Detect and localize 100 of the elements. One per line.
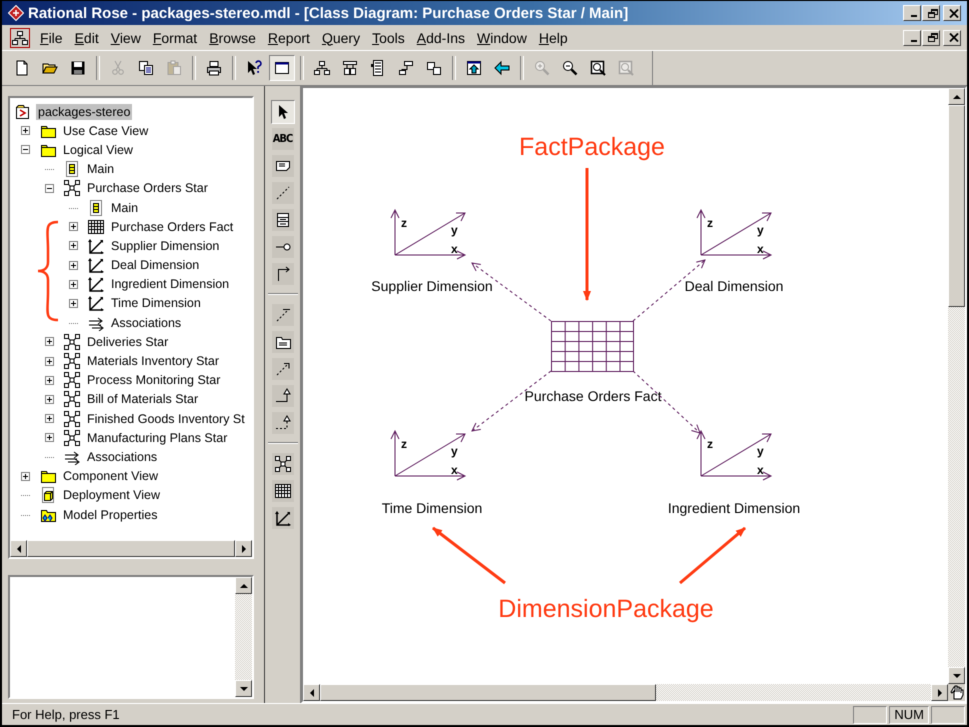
minimize-icon bbox=[910, 15, 916, 17]
close-icon bbox=[948, 8, 958, 18]
menu-item[interactable]: Tools bbox=[366, 28, 411, 48]
dashed-inheritance-tool-button[interactable] bbox=[270, 410, 294, 434]
menu-item[interactable]: Edit bbox=[68, 28, 105, 48]
tree-item[interactable]: Materials Inventory Star bbox=[85, 353, 221, 370]
expand-toggle[interactable] bbox=[69, 280, 78, 289]
tree-item[interactable]: Main bbox=[85, 161, 116, 178]
scrollbar-thumb[interactable] bbox=[27, 540, 235, 557]
tree-item[interactable]: packages-stereo bbox=[36, 104, 132, 120]
window-button[interactable] bbox=[269, 55, 295, 81]
tree-item[interactable]: Associations bbox=[85, 448, 160, 465]
axes-arrow-tool-button[interactable] bbox=[270, 506, 294, 530]
minimize-button[interactable] bbox=[903, 5, 921, 21]
menu-item[interactable]: Report bbox=[262, 28, 316, 48]
zoom-out-icon bbox=[562, 60, 578, 76]
expand-toggle[interactable] bbox=[45, 337, 54, 346]
tree-item[interactable]: Component View bbox=[61, 468, 160, 484]
expand-toggle[interactable] bbox=[69, 222, 78, 232]
class-box-tool-button[interactable] bbox=[270, 208, 294, 232]
star-schema-icon bbox=[274, 456, 290, 472]
tree-item[interactable]: Deal Dimension bbox=[109, 257, 202, 274]
close-button[interactable] bbox=[943, 30, 961, 46]
interface-lollipop-tool-button[interactable] bbox=[270, 234, 294, 258]
tree-item[interactable]: Model Properties bbox=[61, 506, 160, 523]
tree-item[interactable]: Logical View bbox=[61, 142, 135, 158]
expand-toggle[interactable] bbox=[69, 298, 78, 308]
expand-toggle[interactable] bbox=[45, 376, 54, 385]
tree-item[interactable]: Process Monitoring Star bbox=[85, 372, 222, 388]
tree-item[interactable]: Use Case View bbox=[61, 122, 150, 139]
collapse-toggle[interactable] bbox=[45, 184, 54, 193]
dimension-label: Ingredient Dimension bbox=[668, 500, 800, 516]
dashed-line-bar-tool-button[interactable] bbox=[270, 302, 294, 326]
dimension-axes-drawing[interactable]: z y x bbox=[390, 208, 466, 260]
triangle-icon bbox=[952, 672, 960, 680]
grid-table-icon bbox=[274, 482, 290, 498]
hierarchy-icon bbox=[12, 30, 28, 46]
dimension-label: Supplier Dimension bbox=[371, 278, 493, 294]
corner-arrow-tool-button[interactable] bbox=[270, 262, 294, 286]
menu-item[interactable]: Help bbox=[532, 28, 574, 48]
collapse-toggle[interactable] bbox=[21, 145, 30, 154]
scrollbar-thumb[interactable] bbox=[948, 105, 965, 308]
scroll-down-button[interactable] bbox=[948, 667, 965, 684]
restore-button[interactable] bbox=[922, 30, 940, 46]
grid-table-tool-button[interactable] bbox=[270, 478, 294, 502]
class-box-icon bbox=[274, 212, 290, 228]
expand-toggle[interactable] bbox=[21, 472, 30, 481]
tree-item[interactable]: Bill of Materials Star bbox=[85, 391, 200, 408]
dimension-axes-drawing[interactable]: z y x bbox=[696, 208, 772, 260]
pointer-arrow-tool-button[interactable] bbox=[270, 100, 294, 124]
restore-button[interactable] bbox=[922, 5, 940, 21]
grid-table-icon bbox=[88, 218, 104, 235]
tree-item[interactable]: Purchase Orders Fact bbox=[109, 218, 236, 235]
menu-item[interactable]: Window bbox=[471, 28, 533, 48]
scroll-right-button[interactable] bbox=[235, 540, 252, 557]
dimension-axes-drawing[interactable]: z y x bbox=[390, 430, 466, 480]
scroll-left-button[interactable] bbox=[10, 540, 27, 557]
tree-item[interactable]: Ingredient Dimension bbox=[109, 276, 232, 292]
menu-item[interactable]: File bbox=[34, 28, 69, 48]
clipboard-icon bbox=[166, 60, 182, 76]
status-message: For Help, press F1 bbox=[12, 707, 121, 722]
class-diagram-icon bbox=[64, 161, 80, 178]
status-pane bbox=[853, 706, 888, 724]
expand-toggle[interactable] bbox=[45, 433, 54, 442]
expand-toggle[interactable] bbox=[45, 356, 54, 366]
menu-item[interactable]: Query bbox=[316, 28, 366, 48]
tree-item[interactable]: Manufacturing Plans Star bbox=[85, 430, 230, 446]
menu-item[interactable]: Browse bbox=[203, 28, 262, 48]
tree-item[interactable]: Purchase Orders Star bbox=[85, 180, 210, 196]
document-menu-button[interactable] bbox=[10, 28, 30, 48]
inheritance-arrow-tool-button[interactable] bbox=[270, 384, 294, 408]
scroll-left-button[interactable] bbox=[303, 684, 320, 701]
menu-item[interactable]: Add-Ins bbox=[410, 28, 472, 48]
fact-table-grid[interactable] bbox=[550, 320, 634, 372]
package-tool-button[interactable] bbox=[270, 330, 294, 354]
expand-toggle[interactable] bbox=[21, 126, 30, 136]
expand-toggle[interactable] bbox=[69, 260, 78, 270]
scroll-up-button[interactable] bbox=[948, 88, 965, 105]
dimension-axes-drawing[interactable]: z y x bbox=[696, 430, 772, 480]
text-tool-button[interactable]: ABC bbox=[270, 126, 294, 150]
scroll-right-button[interactable] bbox=[931, 684, 948, 701]
note-tool-button[interactable] bbox=[270, 154, 294, 178]
tree-item[interactable]: Supplier Dimension bbox=[109, 238, 222, 254]
close-button[interactable] bbox=[943, 5, 961, 21]
expand-toggle[interactable] bbox=[69, 241, 78, 250]
dashed-arrow-tool-button[interactable] bbox=[270, 356, 294, 380]
tree-item[interactable]: Finished Goods Inventory St bbox=[85, 410, 247, 427]
tree-item[interactable]: Deployment View bbox=[61, 487, 162, 504]
tree-item[interactable]: Deliveries Star bbox=[85, 334, 170, 350]
tree-item[interactable]: Associations bbox=[109, 314, 184, 331]
tree-item[interactable]: Main bbox=[109, 200, 140, 216]
menu-item[interactable]: Format bbox=[146, 28, 204, 48]
minimize-button[interactable] bbox=[903, 30, 921, 46]
expand-toggle[interactable] bbox=[45, 394, 54, 404]
tree-item[interactable]: Time Dimension bbox=[109, 295, 203, 312]
menu-item[interactable]: View bbox=[104, 28, 147, 48]
dashed-line-bar-icon bbox=[274, 306, 290, 322]
scrollbar-thumb[interactable] bbox=[320, 684, 656, 701]
star-schema-tool-button[interactable] bbox=[270, 452, 294, 476]
expand-toggle[interactable] bbox=[45, 414, 54, 424]
